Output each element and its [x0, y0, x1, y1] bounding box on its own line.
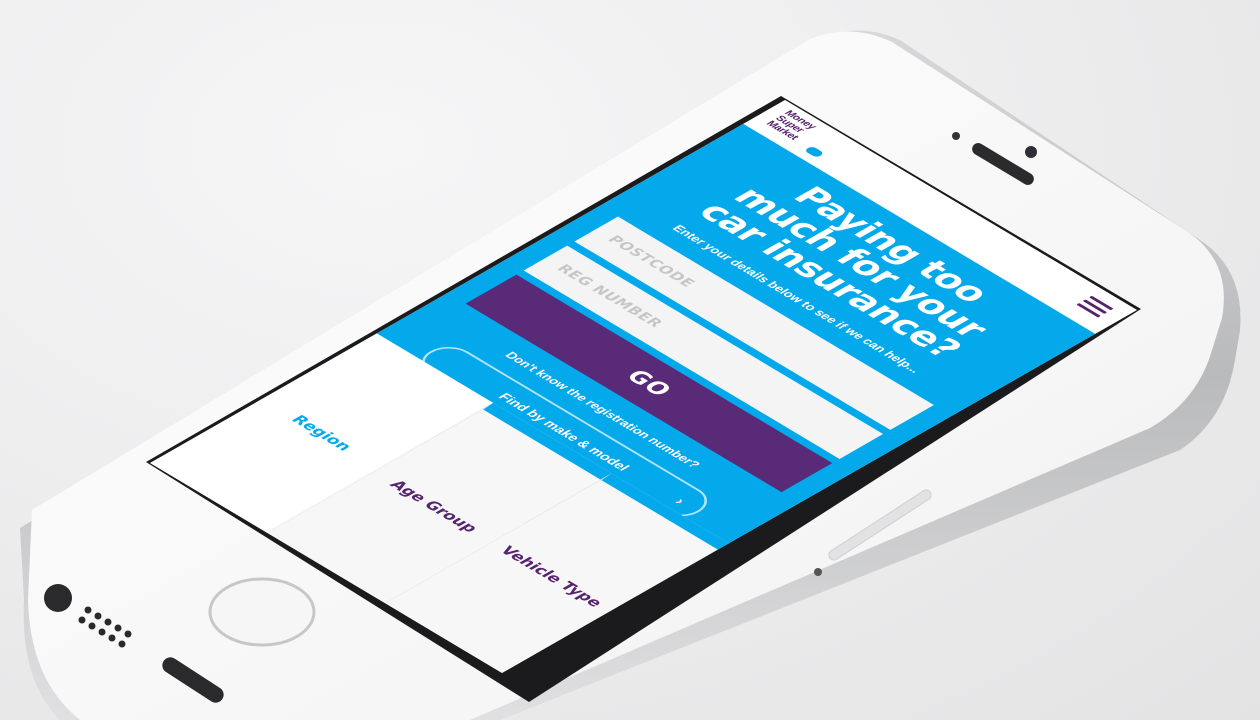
device-scene: Money Super Market Paying too much for y… [0, 0, 1260, 720]
chevron-right-icon: › [671, 495, 691, 507]
front-camera [1025, 146, 1037, 158]
headphone-jack [44, 584, 72, 612]
mic-hole [814, 568, 822, 576]
proximity-sensor [952, 132, 960, 140]
hamburger-menu-icon[interactable] [1074, 295, 1114, 319]
home-button[interactable] [208, 577, 316, 647]
